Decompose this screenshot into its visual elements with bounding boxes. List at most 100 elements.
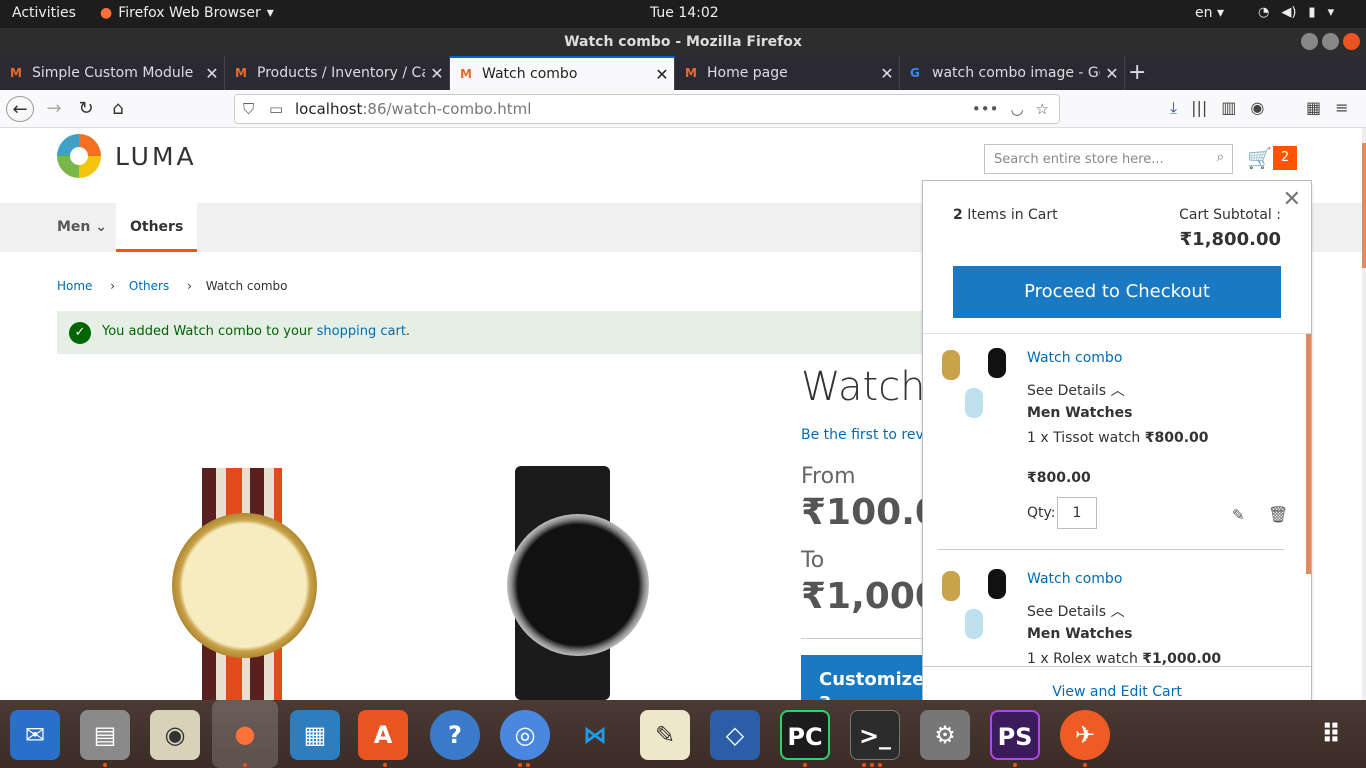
reload-icon[interactable]: ↻	[72, 96, 100, 122]
trash-icon[interactable]: 🗑	[1268, 505, 1288, 524]
maximize-button[interactable]	[1322, 33, 1339, 50]
settings-icon[interactable]: ⚙	[920, 710, 970, 760]
postman-icon[interactable]: ✈	[1060, 710, 1110, 760]
page-scrollbar[interactable]	[1362, 128, 1366, 700]
scrollbar-thumb[interactable]	[1306, 334, 1311, 574]
qty-input[interactable]: 1	[1057, 497, 1097, 529]
chromium-icon[interactable]: ◎	[500, 710, 550, 760]
caret-down-icon: ▾	[266, 5, 274, 21]
download-icon[interactable]: ⤓	[1170, 98, 1177, 118]
luma-logo[interactable]: LUMA	[57, 134, 197, 178]
show-applications-icon[interactable]: ⠿	[1306, 710, 1356, 760]
url-bar[interactable]: ⛉ ▭ localhost:86/watch-combo.html ••• ◡ ☆	[234, 94, 1060, 124]
see-details-toggle[interactable]: See Details ︿	[1027, 601, 1125, 621]
page-info-icon[interactable]: ▭	[269, 95, 283, 123]
libreoffice-writer-icon[interactable]: ▦	[290, 710, 340, 760]
menu-icon[interactable]: ≡	[1335, 98, 1348, 117]
minimize-button[interactable]	[1301, 33, 1318, 50]
breadcrumb-home[interactable]: Home	[57, 279, 92, 293]
magento-icon: M	[235, 66, 247, 80]
firefox-icon[interactable]: ●	[212, 700, 278, 768]
more-actions-icon[interactable]: •••	[972, 95, 999, 123]
thunderbird-icon[interactable]: ✉	[10, 710, 60, 760]
extensions-icon[interactable]: ▦	[1306, 98, 1321, 117]
system-tray[interactable]: ◔ ◀) ▮ ▾	[1258, 5, 1334, 20]
price-to-label: To	[801, 548, 825, 573]
close-tab-icon[interactable]: ✕	[1100, 64, 1124, 83]
product-image-tissot-watch[interactable]	[172, 468, 322, 700]
cart-count-badge[interactable]: 2	[1273, 146, 1297, 170]
option-label: Men Watches	[1027, 626, 1133, 642]
dock: ✉ ▤ ◉ ● ▦ A ? ◎ ⋈ ✎ ◇ PC >_ ⚙ PS ✈ ⠿	[0, 700, 1366, 768]
nav-men[interactable]: Men ⌄	[57, 219, 107, 235]
review-link[interactable]: Be the first to revie	[801, 427, 936, 443]
terminal-icon[interactable]: >_	[850, 710, 900, 760]
forward-arrow-icon[interactable]: →	[40, 96, 68, 122]
cart-item-name[interactable]: Watch combo	[1027, 571, 1122, 587]
cart-item-count: 2 Items in Cart	[953, 207, 1058, 223]
wifi-icon: ◔	[1258, 5, 1270, 20]
app-menu[interactable]: ● Firefox Web Browser ▾	[100, 5, 274, 21]
text-editor-icon[interactable]: ✎	[640, 710, 690, 760]
vscode-icon[interactable]: ⋈	[570, 710, 620, 760]
success-message: ✓ You added Watch combo to your shopping…	[57, 311, 927, 354]
caret-down-icon: ▾	[1327, 5, 1335, 20]
rhythmbox-icon[interactable]: ◉	[150, 710, 200, 760]
shield-icon[interactable]: ⛉	[243, 95, 254, 123]
tab-google-search[interactable]: Gwatch combo image - Go ✕	[900, 56, 1125, 90]
account-icon[interactable]: ◉	[1250, 98, 1264, 118]
search-icon[interactable]: ⌕	[1217, 150, 1224, 165]
language-indicator[interactable]: en ▾	[1195, 5, 1224, 21]
bookmark-star-icon[interactable]: ☆	[1036, 95, 1049, 123]
cart-icon[interactable]: 🛒	[1247, 146, 1272, 170]
clock[interactable]: Tue 14:02	[650, 5, 719, 21]
help-icon[interactable]: ?	[430, 710, 480, 760]
tab-home-page[interactable]: M Home page ✕	[675, 56, 900, 90]
back-arrow-icon[interactable]: ←	[6, 96, 34, 122]
files-icon[interactable]: ▤	[80, 710, 130, 760]
divider	[938, 549, 1284, 550]
store-search-input[interactable]: Search entire store here... ⌕	[984, 144, 1233, 174]
proceed-to-checkout-button[interactable]: Proceed to Checkout	[953, 266, 1281, 318]
breadcrumb: Home › Others › Watch combo	[57, 279, 297, 293]
pocket-icon[interactable]: ◡	[1010, 95, 1023, 123]
option-value: 1 x Tissot watch ₹800.00	[1027, 430, 1209, 446]
nav-others[interactable]: Others	[116, 203, 198, 252]
option-value: 1 x Rolex watch ₹1,000.00	[1027, 651, 1222, 666]
software-center-icon[interactable]: A	[358, 710, 408, 760]
virtualbox-icon[interactable]: ◇	[710, 710, 760, 760]
cart-item-name[interactable]: Watch combo	[1027, 350, 1122, 366]
pencil-edit-icon[interactable]: ✎	[1232, 506, 1245, 524]
cart-item-thumbnail[interactable]	[938, 569, 1013, 644]
cart-item-thumbnail[interactable]	[938, 348, 1013, 423]
see-details-toggle[interactable]: See Details ︿	[1027, 380, 1125, 400]
breadcrumb-others[interactable]: Others	[129, 279, 169, 293]
customize-button[interactable]: Customize a	[801, 655, 931, 700]
shopping-cart-link[interactable]: shopping cart	[317, 324, 406, 339]
luma-logo-mark	[57, 134, 101, 178]
close-tab-icon[interactable]: ✕	[875, 64, 899, 83]
close-tab-icon[interactable]: ✕	[200, 64, 224, 83]
close-window-button[interactable]	[1343, 33, 1360, 50]
view-and-edit-cart-link[interactable]: View and Edit Cart	[923, 666, 1311, 700]
sidebar-icon[interactable]: ▥	[1221, 98, 1236, 118]
library-icon[interactable]: |||	[1191, 98, 1207, 118]
tab-products-inventory[interactable]: M Products / Inventory / Ca ✕	[225, 56, 450, 90]
price-from-label: From	[801, 464, 856, 489]
close-tab-icon[interactable]: ✕	[650, 65, 674, 84]
product-image-black-watch[interactable]	[495, 466, 655, 700]
close-tab-icon[interactable]: ✕	[425, 64, 449, 83]
system-top-bar: Activities ● Firefox Web Browser ▾ Tue 14:…	[0, 0, 1366, 28]
home-icon[interactable]: ⌂	[104, 96, 132, 122]
volume-icon: ◀)	[1281, 5, 1297, 20]
tab-simple-custom-module[interactable]: M Simple Custom Module ✕	[0, 56, 225, 90]
new-tab-button[interactable]: +	[1128, 60, 1146, 85]
close-icon[interactable]: ✕	[1283, 187, 1301, 212]
pycharm-icon[interactable]: PC	[780, 710, 830, 760]
phpstorm-icon[interactable]: PS	[990, 710, 1040, 760]
tab-watch-combo[interactable]: M Watch combo ✕	[450, 56, 675, 90]
cart-subtotal: ₹1,800.00	[1179, 229, 1281, 250]
activities-button[interactable]: Activities	[12, 5, 76, 21]
minicart-items: Watch combo See Details ︿ Men Watches 1 …	[923, 333, 1311, 666]
cart-item: Watch combo See Details ︿ Men Watches 1 …	[938, 334, 1288, 554]
